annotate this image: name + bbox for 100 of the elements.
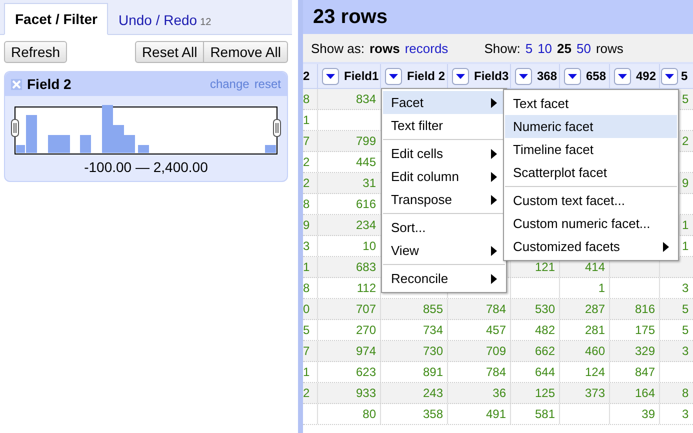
table-cell: 709: [486, 344, 506, 358]
table-cell: 8: [303, 92, 310, 106]
menu-item[interactable]: Sort...: [383, 216, 505, 239]
menu-item[interactable]: Numeric facet: [505, 115, 677, 138]
column-name: 368: [537, 69, 558, 83]
table-cell: 5: [682, 323, 689, 337]
table-cell: 1: [598, 281, 605, 295]
menu-item[interactable]: Facet: [383, 91, 505, 114]
dropdown-icon[interactable]: [385, 68, 402, 84]
table-cell: 414: [584, 260, 605, 274]
table-cell: 175: [634, 323, 655, 337]
dropdown-icon[interactable]: [661, 68, 678, 84]
menu-item[interactable]: Customized facets: [505, 235, 677, 258]
histogram-bar: [265, 145, 276, 153]
menu-item[interactable]: Edit cells: [383, 142, 505, 165]
submenu-arrow-icon: [491, 172, 497, 182]
column-name: Field1: [344, 69, 379, 83]
view-mode-link[interactable]: rows: [369, 40, 400, 56]
dropdown-icon[interactable]: [515, 68, 532, 84]
page-size-link[interactable]: 50: [576, 40, 591, 56]
table-cell: 287: [584, 302, 605, 316]
table-cell: 5: [303, 323, 310, 337]
table-cell: 662: [534, 344, 555, 358]
dropdown-icon[interactable]: [322, 68, 339, 84]
table-cell: 39: [642, 407, 655, 421]
table-cell: 8: [303, 197, 310, 211]
panel-tab[interactable]: Undo / Redo 12: [108, 5, 222, 35]
rows-label: rows: [596, 40, 624, 56]
table-cell: 3: [682, 344, 689, 358]
column-name: Field 2: [407, 69, 446, 83]
table-cell: 784: [486, 302, 506, 316]
dropdown-icon[interactable]: [614, 68, 631, 84]
submenu-arrow-icon: [491, 274, 497, 284]
menu-item[interactable]: Timeline facet: [505, 138, 677, 161]
row-count-title: 23 rows: [313, 6, 388, 28]
table-cell: 9: [303, 218, 310, 232]
table-cell: 616: [356, 197, 376, 211]
view-mode-link[interactable]: records: [404, 40, 448, 56]
remove-all-button[interactable]: Remove All: [204, 41, 288, 63]
submenu-arrow-icon: [491, 148, 497, 158]
table-cell: 2: [303, 155, 310, 169]
table-cell: 491: [486, 407, 506, 421]
table-cell: 270: [356, 323, 376, 337]
table-cell: 530: [534, 302, 555, 316]
table-cell: 31: [362, 176, 376, 190]
table-cell: 482: [534, 323, 555, 337]
table-cell: 644: [534, 365, 555, 379]
table-cell: 8: [682, 386, 689, 400]
table-cell: 2: [303, 176, 310, 190]
table-cell: 3: [303, 239, 310, 253]
table-cell: 834: [356, 92, 376, 106]
facet-title: Field 2: [27, 76, 72, 92]
page-size-link[interactable]: 10: [538, 40, 552, 56]
show-label: Show:: [484, 40, 520, 56]
page-size-link[interactable]: 5: [525, 40, 533, 56]
table-cell: 0: [303, 302, 310, 316]
table-cell: 855: [422, 302, 443, 316]
histogram-bar: [59, 135, 70, 153]
table-cell: 933: [356, 386, 376, 400]
menu-item[interactable]: Scatterplot facet: [505, 161, 677, 184]
page-size-link[interactable]: 25: [557, 40, 572, 56]
column-name: 5: [681, 69, 688, 83]
menu-item[interactable]: Text facet: [505, 92, 677, 115]
menu-item[interactable]: Edit column: [383, 165, 505, 188]
menu-item[interactable]: Reconcile: [383, 267, 505, 290]
table-cell: 329: [634, 344, 655, 358]
table-cell: 2: [303, 386, 310, 400]
table-cell: 358: [422, 407, 443, 421]
dropdown-icon[interactable]: [452, 68, 469, 84]
table-cell: 623: [356, 365, 376, 379]
range-label: -100.00 — 2,400.00: [84, 159, 208, 175]
submenu-arrow-icon: [491, 246, 497, 256]
panel-tab[interactable]: Facet / Filter: [4, 3, 108, 35]
menu-item[interactable]: Text filter: [383, 114, 505, 137]
refresh-button[interactable]: Refresh: [4, 41, 68, 63]
table-cell: 799: [356, 134, 376, 148]
table-cell: 9: [682, 176, 689, 190]
table-cell: 5: [682, 302, 689, 316]
table-cell: 243: [422, 386, 443, 400]
range-handle-icon[interactable]: [273, 119, 281, 137]
table-cell: 8: [303, 281, 310, 295]
range-handle-icon[interactable]: [11, 119, 19, 137]
table-cell: 581: [534, 407, 555, 421]
table-cell: 891: [422, 365, 443, 379]
table-cell: 1: [682, 218, 689, 232]
reset-all-button[interactable]: Reset All: [134, 41, 204, 63]
column-name: 658: [586, 69, 606, 83]
table-cell: 10: [362, 239, 376, 253]
menu-item[interactable]: Custom text facet...: [505, 189, 677, 212]
table-cell: 1: [303, 365, 310, 379]
menu-item[interactable]: View: [383, 239, 505, 262]
menu-item[interactable]: Custom numeric facet...: [505, 212, 677, 235]
table-cell: 3: [682, 407, 689, 421]
column-name: 492: [636, 69, 656, 83]
table-cell: 7: [303, 344, 310, 358]
table-cell: 734: [422, 323, 443, 337]
dropdown-icon[interactable]: [564, 68, 581, 84]
table-cell: 683: [356, 260, 376, 274]
menu-item[interactable]: Transpose: [383, 188, 505, 211]
histogram-bar: [138, 145, 149, 153]
